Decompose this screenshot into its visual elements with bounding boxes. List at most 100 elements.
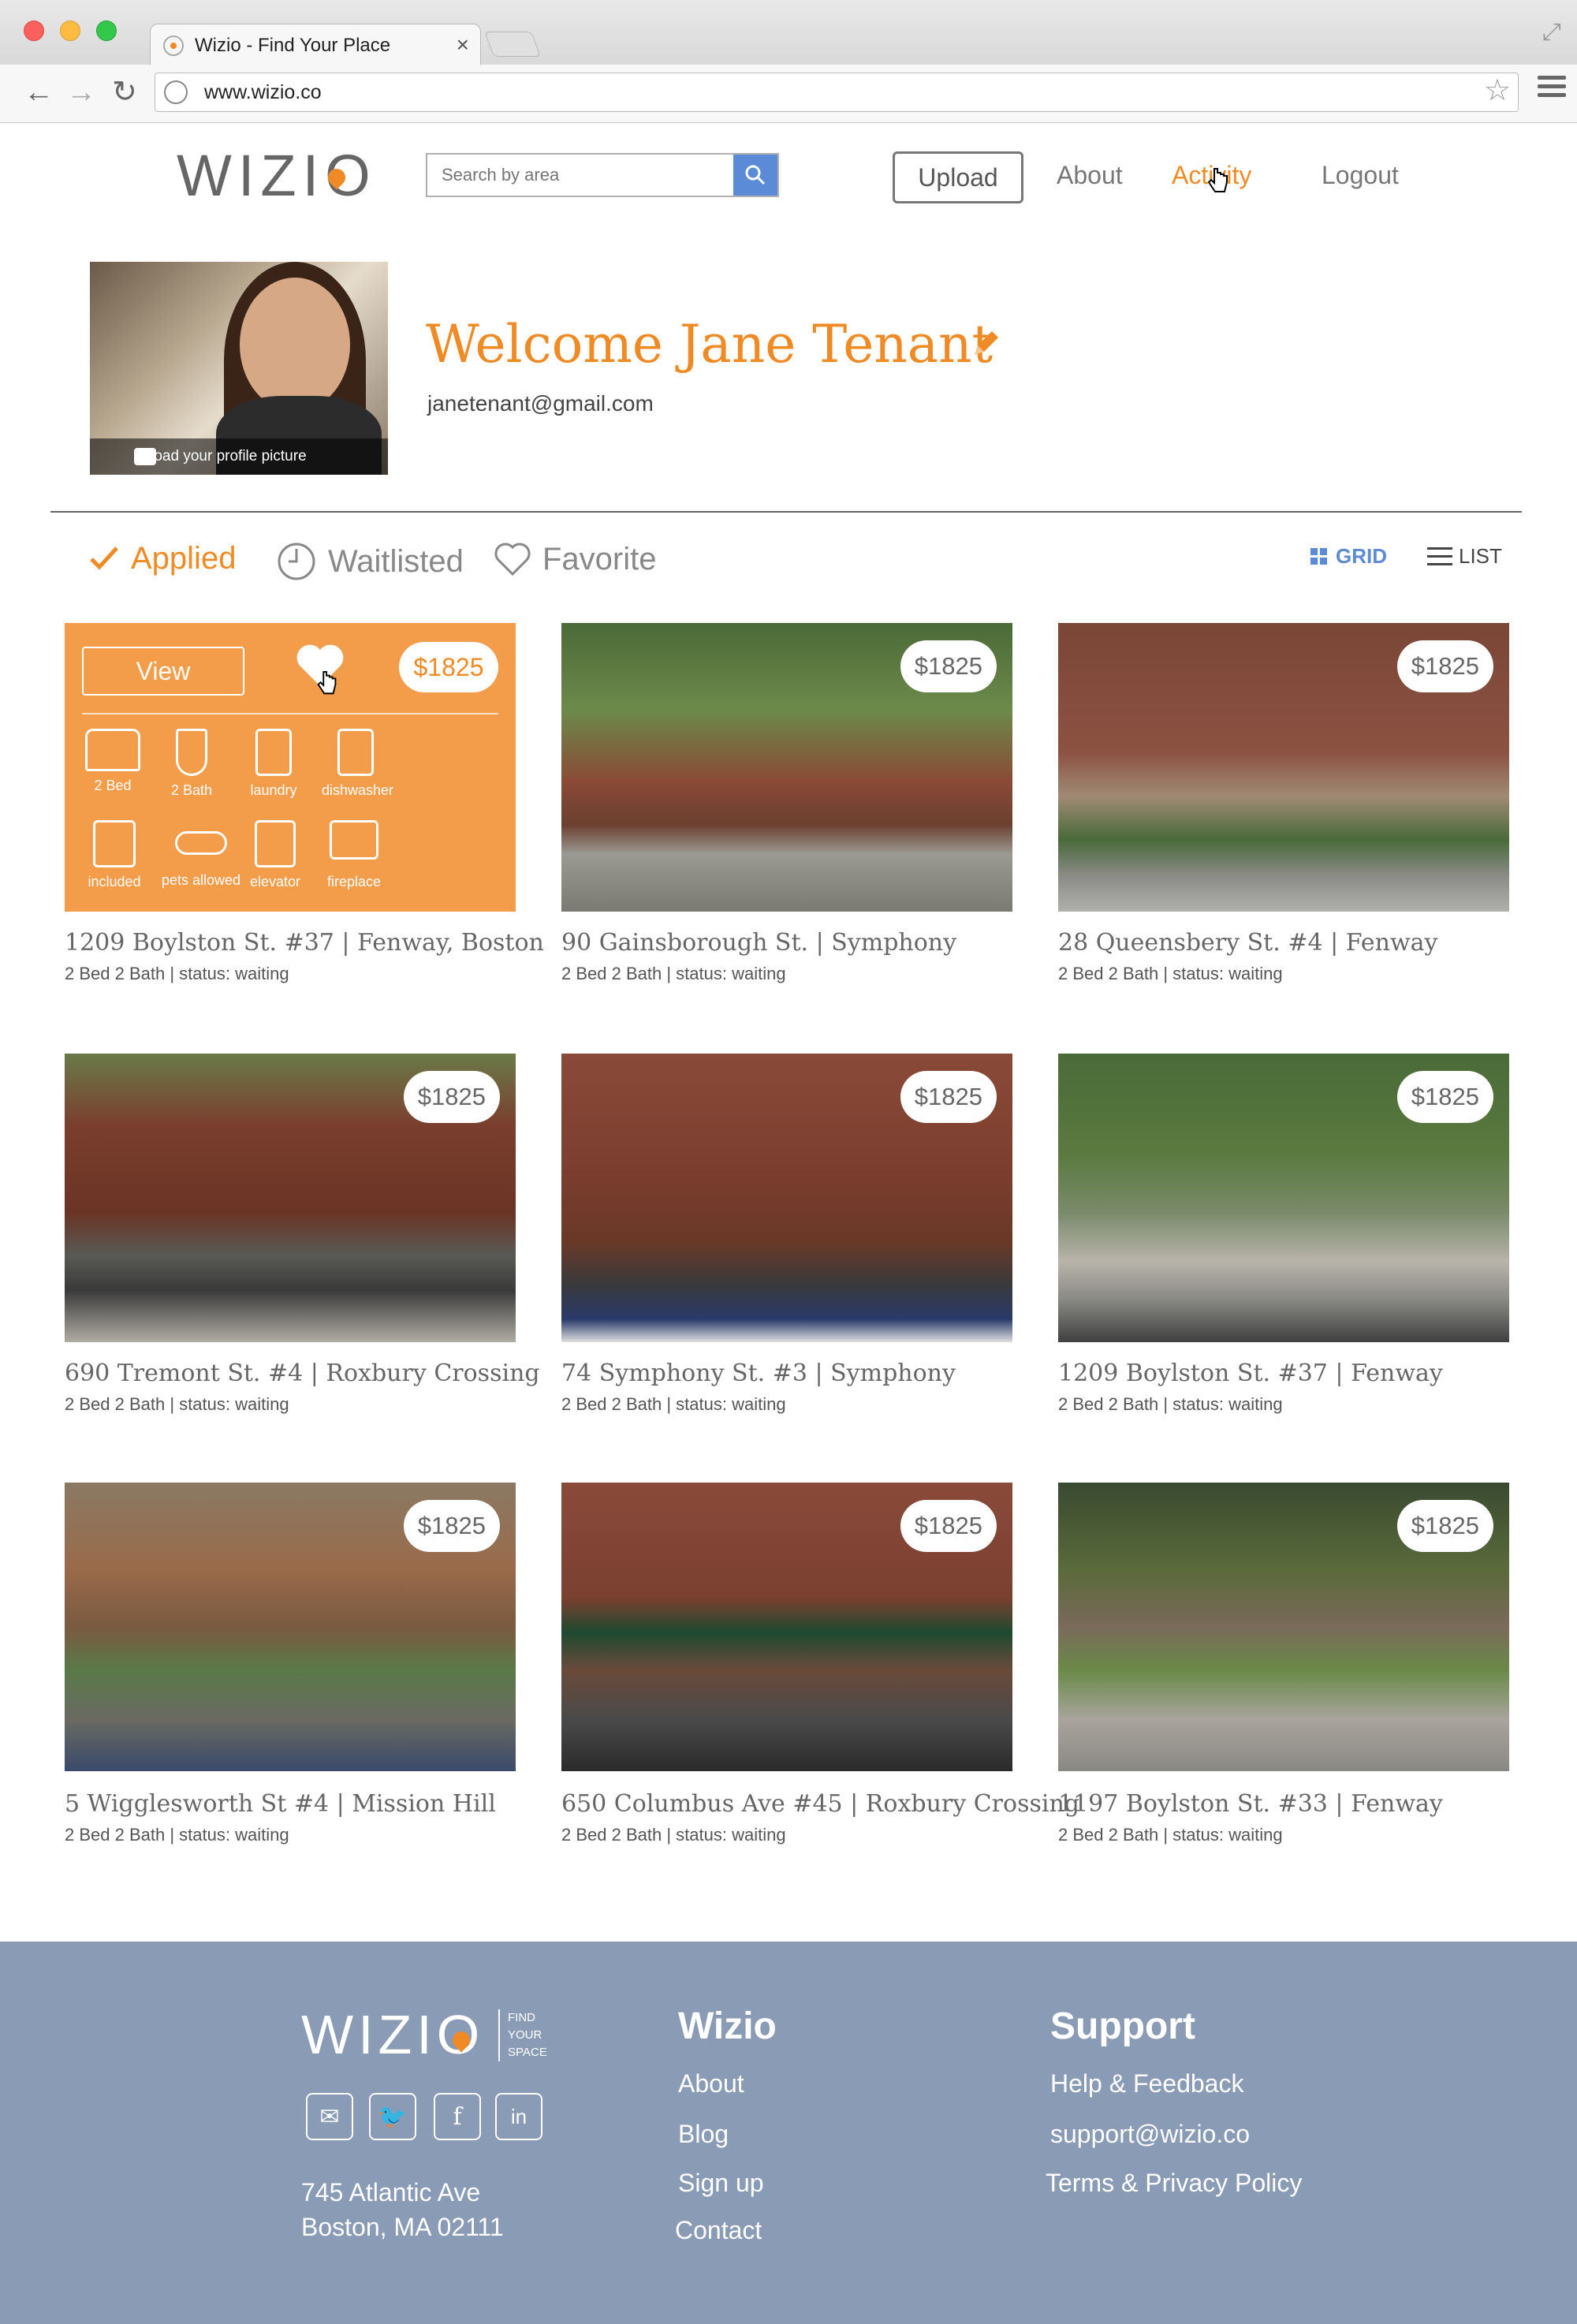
close-window-button[interactable]	[24, 21, 44, 41]
globe-icon	[164, 80, 188, 104]
welcome-heading: Welcome Jane Tenant	[426, 314, 994, 375]
search-button[interactable]	[733, 155, 777, 196]
price-badge: $1825	[900, 640, 997, 692]
camera-icon	[134, 448, 156, 465]
profile-picture[interactable]: upload your profile picture	[90, 262, 388, 475]
listing-photo[interactable]: $1825	[65, 1054, 516, 1342]
listing-details: 2 Bed 2 Bath | status: waiting	[561, 1825, 786, 1845]
search-input[interactable]	[427, 155, 733, 196]
listing-photo[interactable]: $1825	[561, 1483, 1012, 1771]
new-tab-button[interactable]	[484, 32, 541, 57]
listing-title[interactable]: 28 Queensbery St. #4 | Fenway	[1058, 929, 1437, 957]
nav-about[interactable]: About	[1057, 161, 1123, 190]
bookmark-star-icon[interactable]: ☆	[1484, 73, 1511, 108]
list-label: LIST	[1459, 544, 1502, 568]
amenity-bed: 2 Bed	[79, 729, 147, 794]
listing-title[interactable]: 74 Symphony St. #3 | Symphony	[561, 1360, 956, 1387]
edit-pencil-icon[interactable]	[971, 330, 1000, 358]
linkedin-icon[interactable]: in	[495, 2093, 542, 2140]
listing-photo[interactable]: $1825	[561, 1054, 1012, 1342]
reload-icon[interactable]: ↻	[112, 75, 137, 110]
price-badge: $1825	[403, 1500, 500, 1552]
dishwasher-icon	[337, 729, 374, 776]
fullscreen-icon[interactable]: ⤢	[1542, 19, 1561, 46]
footer-link-blog[interactable]: Blog	[678, 2120, 729, 2149]
listing-title[interactable]: 1209 Boylston St. #37 | Fenway, Boston	[65, 929, 544, 957]
twitter-icon[interactable]: 🐦	[369, 2093, 416, 2140]
footer-link-support-email[interactable]: support@wizio.co	[1050, 2120, 1250, 2149]
address-bar[interactable]: www.wizio.co	[155, 73, 1519, 112]
listing-title[interactable]: 650 Columbus Ave #45 | Roxbury Crossing	[561, 1790, 1079, 1818]
url-text: www.wizio.co	[204, 80, 322, 103]
listing-title[interactable]: 1197 Boylston St. #33 | Fenway	[1058, 1790, 1443, 1818]
bone-icon	[175, 831, 227, 855]
listing-title[interactable]: 1209 Boylston St. #37 | Fenway	[1058, 1360, 1443, 1387]
search-box	[426, 153, 779, 197]
tab-title: Wizio - Find Your Place	[195, 34, 391, 56]
price-badge: $1825	[399, 642, 498, 692]
amenity-elevator: elevator	[241, 820, 309, 890]
tab-favorite[interactable]: Favorite	[494, 541, 657, 577]
listing-details: 2 Bed 2 Bath | status: waiting	[1058, 1394, 1283, 1414]
amenity-included: included	[80, 820, 148, 890]
listing-title[interactable]: 5 Wigglesworth St #4 | Mission Hill	[65, 1790, 496, 1818]
overlay-divider	[82, 713, 498, 714]
listing-photo[interactable]: $1825	[561, 623, 1012, 912]
browser-menu-icon[interactable]	[1538, 76, 1566, 99]
grid-view-toggle[interactable]: GRID	[1310, 544, 1387, 569]
toilet-icon	[176, 729, 207, 776]
tab-favorite-label: Favorite	[542, 541, 657, 576]
list-icon	[1427, 546, 1452, 565]
grid-icon	[1310, 547, 1327, 565]
minimize-window-button[interactable]	[60, 21, 80, 41]
footer-link-signup[interactable]: Sign up	[678, 2169, 764, 2198]
wizio-logo[interactable]: WIZIO	[177, 142, 377, 209]
elevator-icon	[255, 820, 296, 867]
listing-details: 2 Bed 2 Bath | status: waiting	[65, 964, 289, 983]
listing-photo[interactable]: $1825	[1058, 1483, 1509, 1771]
price-badge: $1825	[900, 1071, 997, 1123]
listing-title[interactable]: 90 Gainsborough St. | Symphony	[561, 929, 956, 957]
fireplace-icon	[330, 820, 378, 860]
price-badge: $1825	[900, 1500, 997, 1552]
listing-details: 2 Bed 2 Bath | status: waiting	[1058, 1825, 1283, 1845]
user-email: janetenant@gmail.com	[427, 391, 654, 416]
footer-link-about[interactable]: About	[678, 2069, 744, 2098]
maximize-window-button[interactable]	[96, 21, 117, 41]
footer-link-contact[interactable]: Contact	[675, 2216, 762, 2245]
view-button[interactable]: View	[82, 647, 244, 696]
back-arrow-icon[interactable]: ←	[24, 75, 54, 110]
section-divider	[50, 511, 1522, 513]
hand-cursor-icon	[317, 670, 337, 695]
tab-waitlisted-label: Waitlisted	[328, 543, 464, 579]
listing-photo[interactable]: $1825	[1058, 1054, 1509, 1342]
utilities-icon	[93, 820, 136, 867]
email-icon[interactable]: ✉	[306, 2093, 353, 2140]
upload-button[interactable]: Upload	[893, 151, 1023, 203]
tab-waitlisted[interactable]: Waitlisted	[276, 541, 464, 582]
listing-photo[interactable]: $1825	[65, 1483, 516, 1771]
listing-card-hover-overlay[interactable]: View $1825 2 Bed 2 Bath laundry dishwash…	[65, 623, 516, 912]
listing-title[interactable]: 690 Tremont St. #4 | Roxbury Crossing	[65, 1360, 540, 1387]
forward-arrow-icon[interactable]: →	[66, 75, 96, 110]
search-icon	[745, 165, 766, 185]
footer-link-terms[interactable]: Terms & Privacy Policy	[1046, 2169, 1302, 2198]
price-badge: $1825	[403, 1071, 500, 1123]
amenity-fireplace: fireplace	[320, 820, 388, 890]
browser-tab[interactable]: Wizio - Find Your Place ×	[150, 24, 481, 66]
washer-icon	[255, 729, 292, 776]
tab-applied[interactable]: Applied	[88, 541, 236, 576]
amenity-pets: pets allowed	[158, 820, 244, 889]
address-line-1: 745 Atlantic Ave	[301, 2178, 481, 2206]
facebook-icon[interactable]: f	[434, 2093, 481, 2140]
bed-icon	[85, 729, 140, 771]
listing-details: 2 Bed 2 Bath | status: waiting	[65, 1394, 289, 1414]
heart-outline-icon	[494, 543, 531, 576]
listing-photo[interactable]: $1825	[1058, 623, 1509, 912]
list-view-toggle[interactable]: LIST	[1427, 544, 1502, 569]
footer-link-help[interactable]: Help & Feedback	[1050, 2069, 1243, 2098]
tab-close-icon[interactable]: ×	[457, 32, 469, 58]
nav-logout[interactable]: Logout	[1322, 161, 1399, 190]
wizio-favicon-icon	[163, 35, 184, 56]
footer-support-heading: Support	[1050, 2005, 1195, 2047]
